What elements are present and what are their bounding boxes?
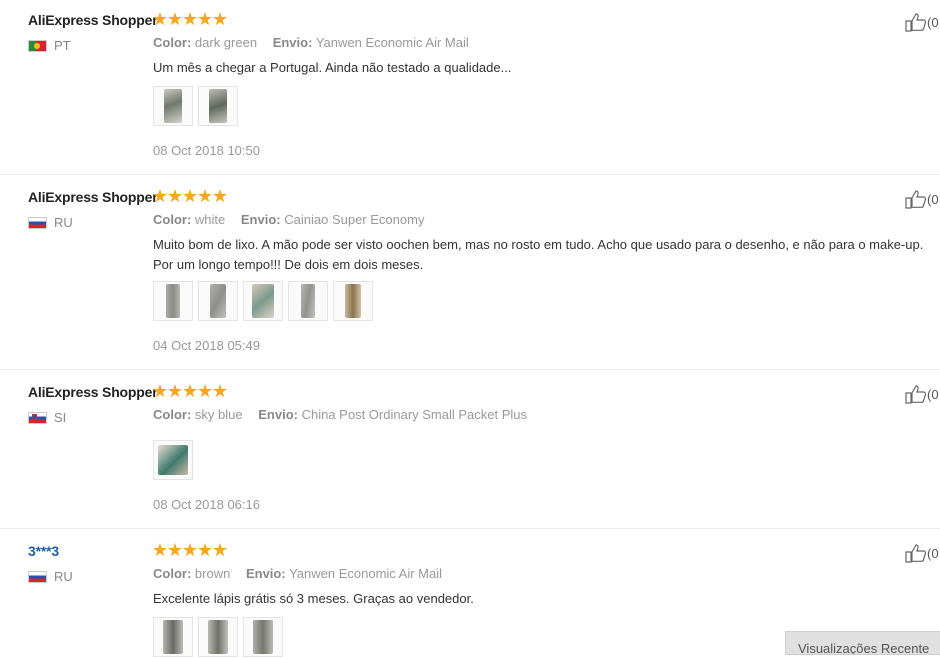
review-photo-thumbnail[interactable]	[198, 617, 238, 657]
color-value: brown	[194, 566, 231, 581]
reviewer-name: AliExpress Shopper	[28, 12, 158, 28]
review-date: 04 Oct 2018 05:49	[153, 338, 260, 353]
star-icon	[198, 189, 212, 203]
star-icon	[153, 12, 167, 26]
color-value: sky blue	[194, 407, 243, 422]
shipping-value: Yanwen Economic Air Mail	[289, 566, 443, 581]
helpful-button[interactable]: (0	[905, 12, 939, 32]
thumbs-up-icon	[905, 544, 927, 563]
review-item: AliExpress Shopper SI Color: sky blue En…	[0, 370, 940, 529]
star-icon	[168, 189, 182, 203]
review-text: Um mês a chegar a Portugal. Ainda não te…	[153, 60, 512, 75]
review-photos	[153, 86, 238, 126]
helpful-button[interactable]: (0	[905, 384, 939, 404]
reviewer-country: SI	[28, 410, 66, 425]
star-icon	[213, 189, 227, 203]
russia-flag-icon	[28, 216, 47, 229]
star-icon	[153, 543, 167, 557]
country-code: PT	[54, 38, 71, 53]
star-icon	[183, 384, 197, 398]
star-icon	[198, 12, 212, 26]
star-rating	[153, 189, 227, 203]
star-icon	[153, 384, 167, 398]
reviewer-name: AliExpress Shopper	[28, 189, 158, 205]
star-rating	[153, 12, 227, 26]
star-icon	[198, 543, 212, 557]
review-photo-thumbnail[interactable]	[288, 281, 328, 321]
review-photo-thumbnail[interactable]	[243, 281, 283, 321]
star-rating	[153, 543, 227, 557]
review-photo-thumbnail[interactable]	[243, 617, 283, 657]
star-icon	[213, 543, 227, 557]
review-text: Excelente lápis grátis só 3 meses. Graça…	[153, 591, 474, 606]
review-photos	[153, 617, 283, 657]
star-icon	[168, 543, 182, 557]
review-date: 08 Oct 2018 10:50	[153, 143, 260, 158]
review-attributes: Color: sky blue Envio: China Post Ordina…	[153, 407, 539, 422]
color-value: dark green	[194, 35, 258, 50]
star-rating	[153, 384, 227, 398]
review-date: 08 Oct 2018 06:16	[153, 497, 260, 512]
reviewer-country: RU	[28, 215, 73, 230]
review-attributes: Color: brown Envio: Yanwen Economic Air …	[153, 566, 454, 581]
review-attributes: Color: dark green Envio: Yanwen Economic…	[153, 35, 481, 50]
shipping-label: Envio:	[240, 212, 281, 227]
review-item: AliExpress Shopper RU Color: white Envio…	[0, 175, 940, 370]
helpful-count: (0	[927, 191, 939, 207]
shipping-value: Yanwen Economic Air Mail	[315, 35, 469, 50]
color-value: white	[194, 212, 226, 227]
helpful-button[interactable]: (0	[905, 189, 939, 209]
shipping-label: Envio:	[272, 35, 313, 50]
color-label: Color:	[153, 35, 192, 50]
star-icon	[213, 12, 227, 26]
thumbs-up-icon	[905, 385, 927, 404]
star-icon	[198, 384, 212, 398]
review-item: AliExpress Shopper PT Color: dark green …	[0, 0, 940, 175]
star-icon	[168, 384, 182, 398]
review-photo-thumbnail[interactable]	[153, 440, 193, 480]
country-code: RU	[54, 569, 73, 584]
star-icon	[183, 543, 197, 557]
reviewer-name: AliExpress Shopper	[28, 384, 158, 400]
review-attributes: Color: white Envio: Cainiao Super Econom…	[153, 212, 436, 227]
helpful-count: (0	[927, 14, 939, 30]
shipping-label: Envio:	[258, 407, 298, 422]
review-photo-thumbnail[interactable]	[153, 281, 193, 321]
portugal-flag-icon	[28, 39, 47, 52]
slovenia-flag-icon	[28, 411, 47, 424]
shipping-label: Envio:	[245, 566, 286, 581]
color-label: Color:	[153, 566, 192, 581]
recent-views-tab[interactable]: Visualizações Recente	[785, 631, 940, 655]
country-code: RU	[54, 215, 73, 230]
thumbs-up-icon	[905, 13, 927, 32]
review-photo-thumbnail[interactable]	[153, 617, 193, 657]
review-photo-thumbnail[interactable]	[198, 281, 238, 321]
reviewer-country: RU	[28, 569, 73, 584]
color-label: Color:	[153, 407, 192, 422]
country-code: SI	[54, 410, 67, 425]
reviewer-country: PT	[28, 38, 71, 53]
review-photos	[153, 281, 373, 321]
helpful-button[interactable]: (0	[905, 543, 939, 563]
shipping-value: Cainiao Super Economy	[284, 212, 425, 227]
star-icon	[213, 384, 227, 398]
star-icon	[153, 189, 167, 203]
review-photo-thumbnail[interactable]	[333, 281, 373, 321]
helpful-count: (0	[927, 545, 939, 561]
helpful-count: (0	[927, 386, 939, 402]
shipping-value: China Post Ordinary Small Packet Plus	[301, 407, 528, 422]
thumbs-up-icon	[905, 190, 927, 209]
star-icon	[168, 12, 182, 26]
review-photo-thumbnail[interactable]	[198, 86, 238, 126]
review-text: Muito bom de lixo. A mão pode ser visto …	[153, 237, 924, 272]
color-label: Color:	[153, 212, 192, 227]
review-photo-thumbnail[interactable]	[153, 86, 193, 126]
russia-flag-icon	[28, 570, 47, 583]
star-icon	[183, 189, 197, 203]
review-photos	[153, 440, 193, 480]
reviewer-name[interactable]: 3***3	[28, 543, 59, 559]
star-icon	[183, 12, 197, 26]
